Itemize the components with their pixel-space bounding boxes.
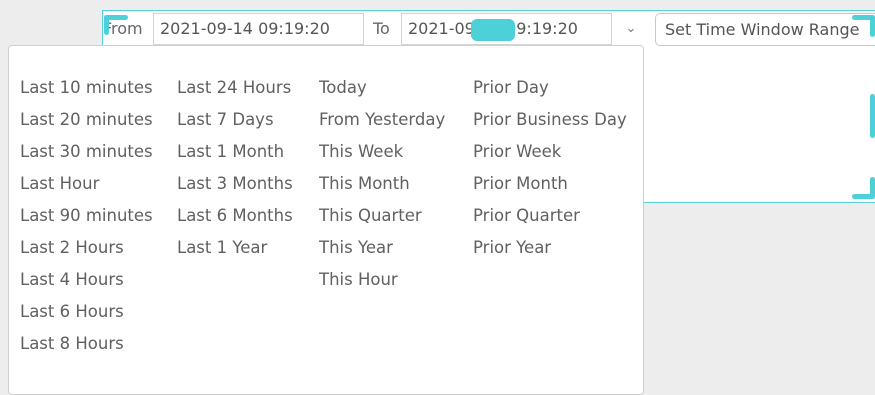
set-time-window-range-button[interactable]: Set Time Window Range [655, 13, 875, 46]
from-date-input[interactable]: 2021-09-14 09:19:20 [153, 13, 364, 45]
preset-option[interactable]: Prior Year [473, 234, 627, 266]
preset-option[interactable]: Prior Business Day [473, 106, 627, 138]
preset-column-long: Last 24 Hours Last 7 Days Last 1 Month L… [177, 74, 293, 266]
resize-handle-bottom-right[interactable] [870, 177, 875, 199]
preset-option[interactable]: Last 6 Months [177, 202, 293, 234]
preset-column-current: Today From Yesterday This Week This Mont… [319, 74, 445, 298]
preset-option[interactable]: Last 1 Month [177, 138, 293, 170]
preset-option[interactable]: Today [319, 74, 445, 106]
preset-option[interactable]: This Quarter [319, 202, 445, 234]
to-label: To [373, 19, 390, 38]
preset-option[interactable]: Last 1 Year [177, 234, 293, 266]
preset-column-prior: Prior Day Prior Business Day Prior Week … [473, 74, 627, 266]
preset-option[interactable]: Last 10 minutes [20, 74, 153, 106]
resize-handle-top-right[interactable] [870, 15, 875, 37]
preset-option[interactable]: Last 6 Hours [20, 298, 153, 330]
preset-option[interactable]: Last Hour [20, 170, 153, 202]
preset-option[interactable]: This Hour [319, 266, 445, 298]
preset-option[interactable]: This Year [319, 234, 445, 266]
preset-option[interactable]: Prior Month [473, 170, 627, 202]
preset-option[interactable]: Last 30 minutes [20, 138, 153, 170]
preset-option[interactable]: Last 8 Hours [20, 330, 153, 362]
preset-option[interactable]: Prior Quarter [473, 202, 627, 234]
resize-handle-top[interactable] [471, 19, 515, 41]
preset-option[interactable]: Last 4 Hours [20, 266, 153, 298]
preset-option[interactable]: Last 7 Days [177, 106, 293, 138]
preset-option[interactable]: Prior Week [473, 138, 627, 170]
resize-handle-right[interactable] [870, 94, 875, 138]
preset-option[interactable]: This Week [319, 138, 445, 170]
resize-handle-top-left[interactable] [104, 15, 109, 35]
preset-option[interactable]: This Month [319, 170, 445, 202]
preset-option[interactable]: Last 2 Hours [20, 234, 153, 266]
preset-range-dropdown: Last 10 minutes Last 20 minutes Last 30 … [8, 45, 644, 395]
chevron-down-icon[interactable]: ⌄ [620, 14, 642, 44]
preset-option[interactable]: From Yesterday [319, 106, 445, 138]
preset-option[interactable]: Last 3 Months [177, 170, 293, 202]
preset-option[interactable]: Prior Day [473, 74, 627, 106]
preset-option[interactable]: Last 90 minutes [20, 202, 153, 234]
preset-option[interactable]: Last 20 minutes [20, 106, 153, 138]
preset-column-rolling: Last 10 minutes Last 20 minutes Last 30 … [20, 74, 153, 362]
preset-option[interactable]: Last 24 Hours [177, 74, 293, 106]
